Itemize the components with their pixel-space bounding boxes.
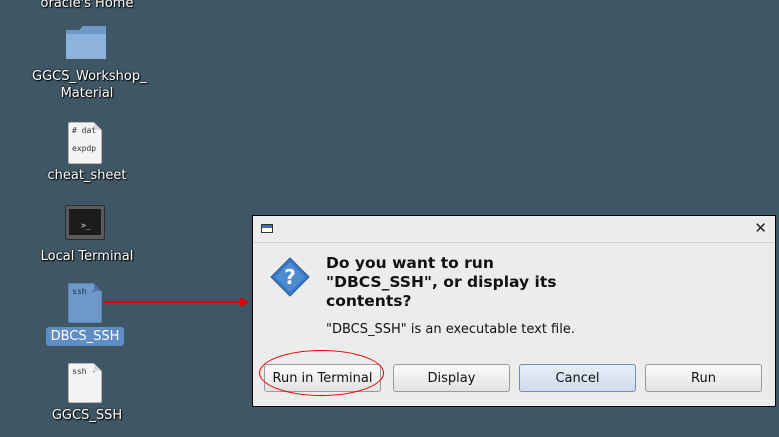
run-button[interactable]: Run (645, 364, 762, 392)
text-file-icon: # dat expdp (68, 122, 102, 164)
executable-file-icon: ssh - (68, 363, 102, 403)
annotation-arrow-head (240, 297, 249, 307)
display-button[interactable]: Display (393, 364, 510, 392)
desktop-icon-label: GGCS_SSH (51, 408, 123, 423)
desktop-icon-label: oracle's Home (40, 0, 134, 11)
svg-text:?: ? (284, 265, 296, 289)
window-icon (261, 224, 273, 233)
terminal-prompt-glyph: >_ (81, 221, 91, 230)
desktop-icon-label: GGCS_Workshop_ Material (32, 69, 147, 101)
run-confirmation-dialog: ✕ ? Do you want to run "DBCS_SSH", or di… (252, 215, 776, 407)
close-icon[interactable]: ✕ (754, 219, 767, 237)
dialog-titlebar[interactable]: ✕ (253, 216, 775, 243)
desktop-icon-label: cheat_sheet (47, 168, 127, 183)
folder-icon (66, 26, 106, 59)
question-icon: ? (270, 257, 310, 297)
desktop-icon-label: Local Terminal (40, 249, 134, 264)
dialog-heading: Do you want to run "DBCS_SSH", or displa… (326, 254, 557, 310)
dialog-message: "DBCS_SSH" is an executable text file. (326, 322, 575, 337)
terminal-icon: >_ (65, 205, 105, 240)
desktop-icon-label-selected: DBCS_SSH (46, 327, 124, 346)
cancel-button[interactable]: Cancel (519, 364, 636, 392)
executable-file-icon: ssh - (68, 283, 102, 323)
annotation-arrow-line (104, 301, 242, 303)
run-in-terminal-button[interactable]: Run in Terminal (264, 364, 381, 392)
file-preview-line: expdp (72, 144, 97, 153)
